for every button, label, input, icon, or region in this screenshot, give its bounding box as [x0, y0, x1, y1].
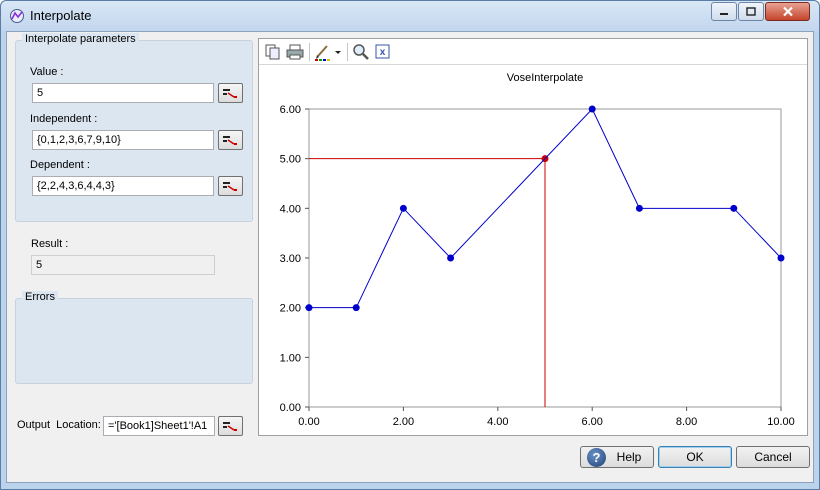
- errors-group-title: Errors: [22, 291, 58, 303]
- chart-title: VoseInterpolate: [507, 72, 583, 84]
- dependent-ref-button[interactable]: [218, 176, 243, 196]
- value-input[interactable]: 5: [32, 83, 214, 103]
- y-tick-label: 0.00: [280, 402, 301, 414]
- dependent-input[interactable]: {2,2,4,3,6,4,4,3}: [32, 176, 214, 196]
- interpolate-parameters-group: Interpolate parameters Value : 5 Indepen…: [15, 33, 253, 222]
- y-tick-label: 1.00: [280, 352, 301, 364]
- toolbar-separator: [309, 43, 310, 61]
- data-point: [447, 254, 455, 262]
- interpolate-chart: VoseInterpolate 0.00 1.00 2.00 3.00 4.00 5.00…: [280, 72, 795, 428]
- maximize-icon: [746, 7, 756, 16]
- data-point: [635, 204, 643, 212]
- svg-text:x: x: [380, 47, 386, 58]
- output-ref-button[interactable]: [218, 416, 243, 436]
- close-icon: [782, 6, 793, 17]
- x-tick-label: 0.00: [298, 416, 319, 428]
- print-icon[interactable]: [285, 42, 305, 62]
- window-title: Interpolate: [30, 8, 92, 23]
- interpolate-window: Interpolate Interpolate parameters Value…: [0, 0, 820, 490]
- zoom-icon[interactable]: [351, 42, 371, 62]
- copy-icon[interactable]: [263, 42, 283, 62]
- dropdown-arrow-icon[interactable]: [333, 42, 343, 62]
- errors-group: Errors: [15, 291, 253, 384]
- toolbar-separator: [347, 43, 348, 61]
- maximize-button[interactable]: [738, 2, 764, 21]
- help-button[interactable]: ? Help: [580, 446, 654, 468]
- independent-label: Independent :: [30, 113, 98, 125]
- app-icon: [10, 9, 24, 23]
- output-location-label: Output Location:: [17, 419, 101, 431]
- cell-reference-icon: [223, 182, 237, 191]
- value-ref-button[interactable]: [218, 83, 243, 103]
- cell-reference-icon: [223, 89, 237, 98]
- cell-reference-icon: [223, 422, 237, 431]
- output-location-input[interactable]: ='[Book1]Sheet1'!A1: [103, 416, 215, 436]
- help-icon: ?: [587, 448, 606, 467]
- data-point: [399, 204, 407, 212]
- parameters-group-title: Interpolate parameters: [22, 33, 139, 45]
- x-tick-label: 6.00: [581, 416, 602, 428]
- independent-input[interactable]: {0,1,2,3,6,7,9,10}: [32, 130, 214, 150]
- y-tick-label: 2.00: [280, 303, 301, 315]
- y-tick-label: 6.00: [280, 104, 301, 116]
- data-point: [352, 304, 360, 312]
- result-label: Result :: [31, 238, 69, 250]
- minimize-button[interactable]: [711, 2, 737, 21]
- chart-style-icon[interactable]: [313, 42, 333, 62]
- minimize-icon: [720, 12, 728, 15]
- data-point: [305, 304, 313, 312]
- x-tick-label: 10.00: [767, 416, 795, 428]
- close-button[interactable]: [765, 2, 810, 21]
- cancel-button[interactable]: Cancel: [736, 446, 810, 468]
- value-label: Value :: [30, 66, 64, 78]
- data-point: [777, 254, 785, 262]
- x-tick-label: 8.00: [676, 416, 697, 428]
- dialog-body: Interpolate parameters Value : 5 Indepen…: [6, 31, 814, 483]
- y-tick-label: 5.00: [280, 154, 301, 166]
- dependent-label: Dependent :: [30, 159, 90, 171]
- formula-icon[interactable]: x: [373, 42, 393, 62]
- y-tick-label: 3.00: [280, 253, 301, 265]
- result-field: 5: [31, 255, 215, 275]
- independent-ref-button[interactable]: [218, 130, 243, 150]
- help-button-label: Help: [616, 450, 642, 464]
- x-tick-label: 4.00: [487, 416, 508, 428]
- chart-panel: x VoseInterpolate 0.00 1.00 2.00 3.00 4.00 5.…: [258, 38, 808, 436]
- x-tick-label: 2.00: [393, 416, 414, 428]
- y-tick-label: 4.00: [280, 203, 301, 215]
- data-point: [730, 204, 738, 212]
- data-point: [588, 105, 596, 113]
- ok-button[interactable]: OK: [658, 446, 732, 468]
- title-bar[interactable]: Interpolate: [1, 1, 819, 31]
- cell-reference-icon: [223, 136, 237, 145]
- chart-toolbar: x: [259, 39, 807, 65]
